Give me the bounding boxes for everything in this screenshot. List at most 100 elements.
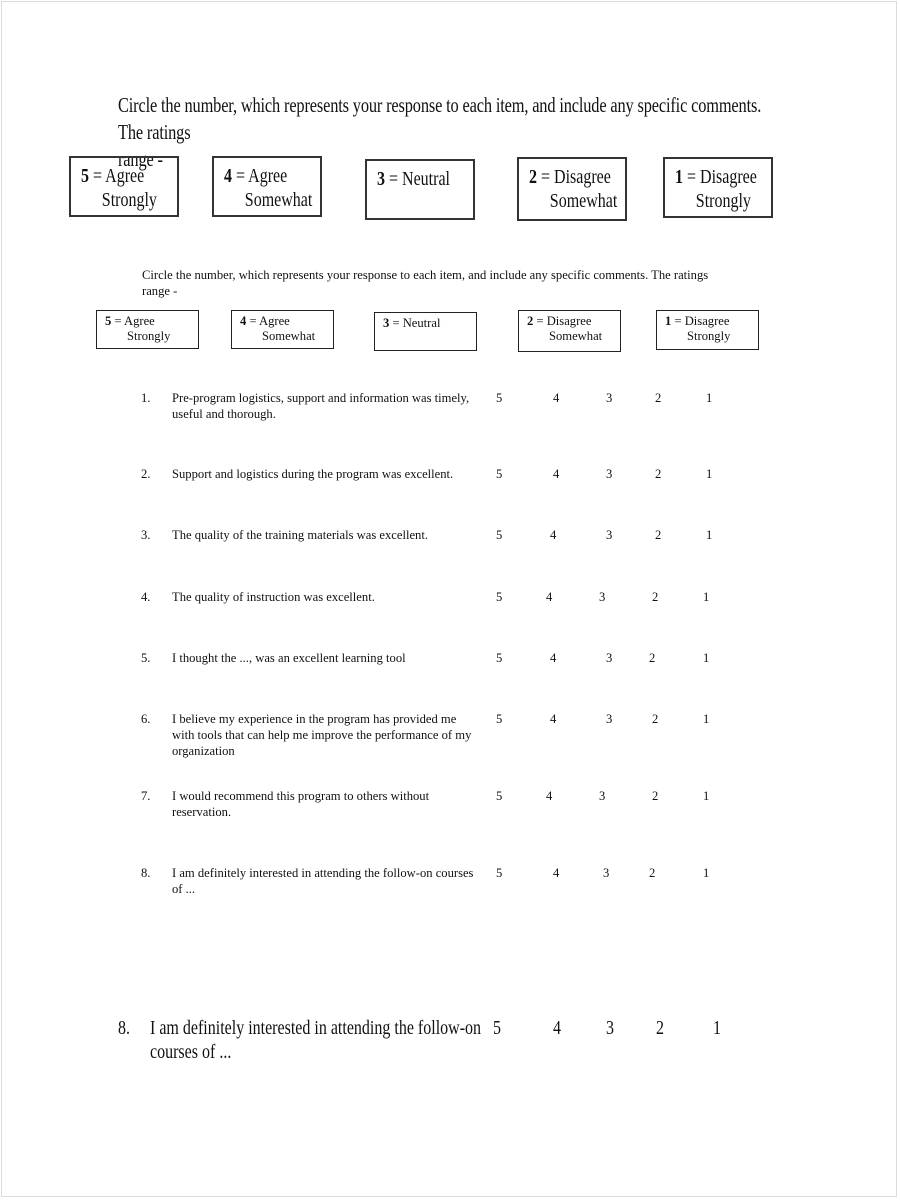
scale-number: 1 [675,166,683,188]
rating-option-1[interactable]: 1 [706,466,712,482]
scale-label: = Agree [246,314,290,328]
rating-option-2[interactable]: 2 [656,1016,664,1040]
rating-option-5[interactable]: 5 [496,390,502,406]
scale-label-line2: Somewhat [549,190,618,212]
small-scale-box-5: 5 = Agree Strongly [96,310,199,349]
rating-option-1[interactable]: 1 [706,390,712,406]
rating-option-1[interactable]: 1 [703,650,709,666]
scale-label-line2: Somewhat [244,189,313,211]
rating-option-5[interactable]: 5 [496,711,502,727]
rating-option-3[interactable]: 3 [599,589,605,605]
large-instruction-line1: Circle the number, which represents your… [118,93,762,144]
rating-option-5[interactable]: 5 [496,527,502,543]
question-text: I am definitely interested in attending … [172,866,474,896]
scale-label: = Neutral [389,316,441,330]
rating-option-4[interactable]: 4 [550,527,556,543]
small-instructions: Circle the number, which represents your… [142,267,752,299]
question-number: 7. [141,789,151,803]
small-scale-box-4: 4 = Agree Somewhat [231,310,334,349]
rating-option-3[interactable]: 3 [606,527,612,543]
rating-option-4[interactable]: 4 [553,865,559,881]
scale-number: 5 [81,165,89,187]
question-number: 6. [141,712,151,726]
question-text-line1: I am definitely interested in attending … [150,1017,482,1039]
scale-label: = Disagree [683,166,757,188]
rating-option-3[interactable]: 3 [606,466,612,482]
rating-option-4[interactable]: 4 [553,390,559,406]
rating-option-3[interactable]: 3 [606,650,612,666]
rating-option-5[interactable]: 5 [496,589,502,605]
rating-option-2[interactable]: 2 [655,466,661,482]
question-number: 8. [141,866,151,880]
question-text: I thought the ..., was an excellent lear… [172,651,406,665]
rating-option-1[interactable]: 1 [703,788,709,804]
rating-option-5[interactable]: 5 [496,650,502,666]
rating-option-2[interactable]: 2 [655,527,661,543]
scale-number: 2 [529,166,537,188]
question-text: The quality of instruction was excellent… [172,590,375,604]
rating-option-4[interactable]: 4 [553,1016,561,1040]
rating-option-2[interactable]: 2 [649,650,655,666]
small-instruction-line1: Circle the number, which represents your… [142,268,709,282]
rating-option-5[interactable]: 5 [493,1016,501,1040]
question-text: Pre-program logistics, support and infor… [172,391,470,421]
rating-option-4[interactable]: 4 [546,589,552,605]
rating-option-4[interactable]: 4 [553,466,559,482]
rating-option-4[interactable]: 4 [546,788,552,804]
question-number: 4. [141,590,151,604]
question-text: The quality of the training materials wa… [172,528,428,542]
question-number: 2. [141,467,151,481]
scale-label-line2: Strongly [695,190,751,212]
scale-label-line2: Strongly [127,329,171,343]
rating-option-1[interactable]: 1 [703,711,709,727]
large-scale-box-4: 4 = Agree Somewhat [212,156,322,217]
rating-option-2[interactable]: 2 [655,390,661,406]
rating-option-4[interactable]: 4 [550,650,556,666]
scale-label: = Disagree [533,314,592,328]
rating-option-3[interactable]: 3 [606,1016,614,1040]
large-scale-box-1: 1 = Disagree Strongly [663,157,773,218]
scale-label: = Agree [89,165,145,187]
rating-option-3[interactable]: 3 [603,865,609,881]
rating-option-5[interactable]: 5 [496,466,502,482]
rating-option-3[interactable]: 3 [606,390,612,406]
question-text: Support and logistics during the program… [172,467,454,481]
question-text: I am definitely interested in attending … [150,1016,486,1064]
scale-label-line2: Strongly [101,189,157,211]
rating-option-1[interactable]: 1 [703,865,709,881]
question-number: 8. [118,1017,130,1039]
question-text-line2: courses of ... [150,1041,232,1063]
scale-number: 3 [377,168,385,190]
rating-option-2[interactable]: 2 [652,788,658,804]
scale-label: = Agree [111,314,155,328]
scale-label-line2: Somewhat [262,329,316,343]
rating-option-5[interactable]: 5 [496,788,502,804]
small-scale-box-1: 1 = Disagree Strongly [656,310,759,350]
scale-label: = Disagree [671,314,730,328]
small-scale-box-3: 3 = Neutral [374,312,477,351]
question-text: I would recommend this program to others… [172,789,430,819]
small-instruction-line2: range - [142,284,178,298]
large-scale-box-5: 5 = Agree Strongly [69,156,179,217]
scale-label-line2: Somewhat [549,329,603,343]
question-number: 3. [141,528,151,542]
rating-option-1[interactable]: 1 [703,589,709,605]
rating-option-2[interactable]: 2 [652,589,658,605]
rating-option-2[interactable]: 2 [649,865,655,881]
rating-option-3[interactable]: 3 [599,788,605,804]
rating-option-1[interactable]: 1 [713,1016,721,1040]
large-scale-box-2: 2 = Disagree Somewhat [517,157,627,221]
question-number: 1. [141,391,151,405]
question-text: I believe my experience in the program h… [172,712,472,758]
scale-number: 4 [224,165,232,187]
rating-option-4[interactable]: 4 [550,711,556,727]
small-scale-box-2: 2 = Disagree Somewhat [518,310,621,352]
scale-label: = Agree [232,165,288,187]
rating-option-2[interactable]: 2 [652,711,658,727]
rating-option-3[interactable]: 3 [606,711,612,727]
rating-option-5[interactable]: 5 [496,865,502,881]
scale-label: = Neutral [385,168,450,190]
question-number: 5. [141,651,151,665]
rating-option-1[interactable]: 1 [706,527,712,543]
scale-label-line2: Strongly [687,329,731,343]
